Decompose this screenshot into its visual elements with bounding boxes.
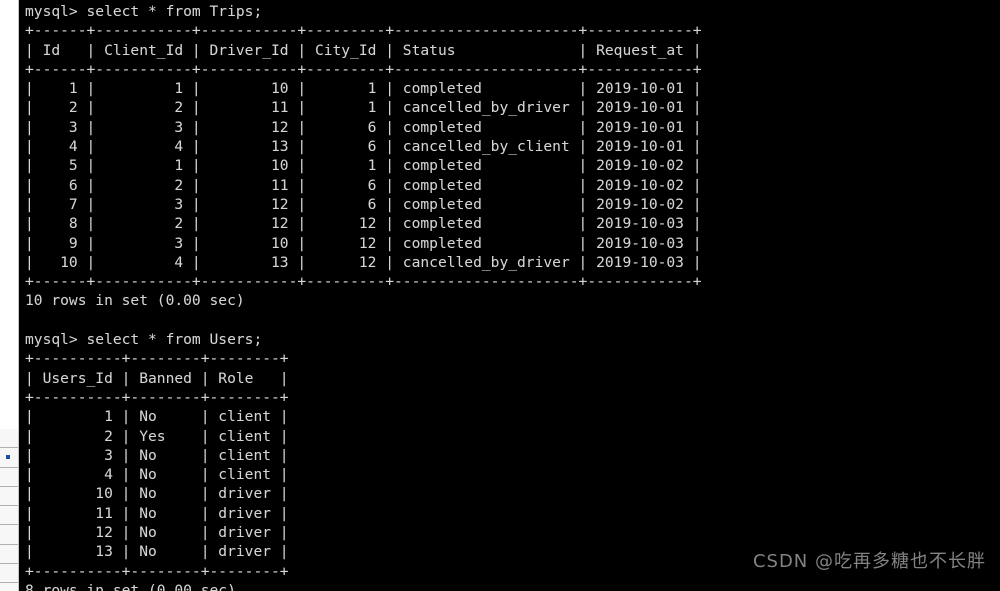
list-item bbox=[0, 448, 18, 468]
list-item bbox=[0, 468, 18, 487]
list-item bbox=[0, 429, 18, 449]
terminal-output[interactable]: mysql> select * from Trips; +------+----… bbox=[19, 2, 1000, 591]
list-item bbox=[0, 564, 18, 584]
list-item bbox=[0, 506, 18, 526]
screen-root: mysql> select * from Trips; +------+----… bbox=[0, 0, 1000, 591]
watermark-label: CSDN @吃再多糖也不长胖 bbox=[752, 551, 986, 572]
list-item bbox=[0, 525, 18, 545]
cell-marker-icon bbox=[6, 455, 10, 460]
list-item bbox=[0, 487, 18, 507]
background-window-rows bbox=[0, 429, 18, 591]
list-item bbox=[0, 545, 18, 565]
terminal-window[interactable]: mysql> select * from Trips; +------+----… bbox=[19, 0, 1000, 591]
background-window-strip bbox=[0, 0, 19, 591]
